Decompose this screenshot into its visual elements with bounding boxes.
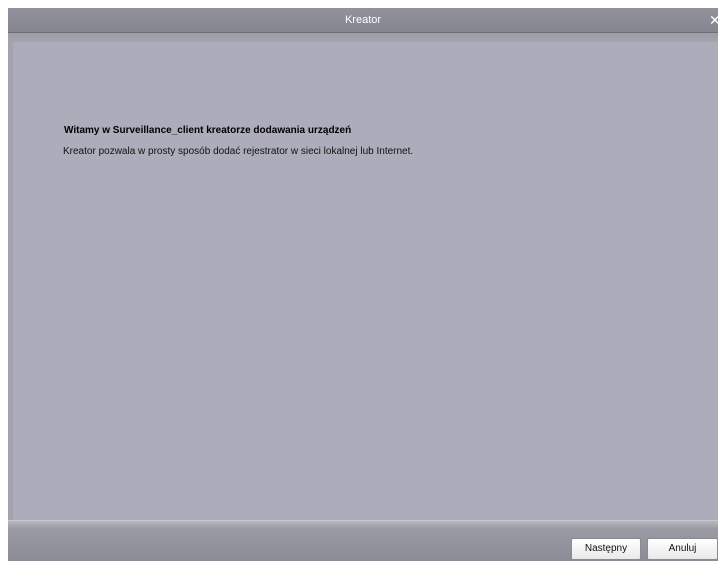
next-button[interactable]: Następny: [571, 538, 641, 560]
wizard-heading: Witamy w Surveillance_client kreatorze d…: [64, 125, 352, 136]
wizard-window: Kreator ✕ Witamy w Surveillance_client k…: [8, 8, 718, 561]
header-strip: [8, 33, 718, 42]
title-bar[interactable]: Kreator ✕: [8, 8, 718, 33]
wizard-content-panel: Witamy w Surveillance_client kreatorze d…: [13, 42, 718, 520]
cancel-button[interactable]: Anuluj: [647, 538, 718, 560]
close-icon[interactable]: ✕: [709, 12, 718, 28]
wizard-description: Kreator pozwala w prosty sposób dodać re…: [63, 146, 414, 157]
button-bar: Następny Anuluj: [8, 520, 718, 561]
window-title: Kreator: [344, 14, 382, 26]
